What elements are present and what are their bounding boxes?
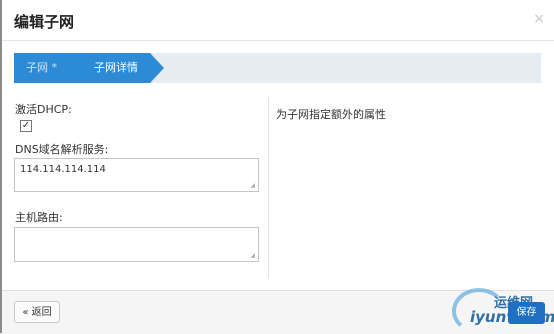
column-divider bbox=[268, 97, 269, 278]
save-button[interactable]: 保存 bbox=[508, 302, 545, 324]
host-routes-label: 主机路由: bbox=[15, 211, 63, 224]
edit-subnet-dialog: 编辑子网 × 子网 * 子网详情 激活DHCP: ✓ DNS域名解析服务: 11… bbox=[0, 0, 554, 334]
close-icon[interactable]: × bbox=[533, 11, 545, 27]
dns-textarea[interactable]: 114.114.114.114 ◢ bbox=[14, 158, 259, 192]
window-edge bbox=[0, 0, 2, 333]
dialog-title: 编辑子网 bbox=[14, 13, 75, 31]
host-routes-textarea[interactable]: ◢ bbox=[14, 227, 259, 262]
wizard-steps: 子网 * 子网详情 bbox=[14, 53, 541, 83]
resize-handle-icon[interactable]: ◢ bbox=[250, 252, 255, 259]
dialog-header: 编辑子网 × bbox=[2, 0, 554, 41]
dns-label: DNS域名解析服务: bbox=[15, 143, 109, 156]
help-text: 为子网指定额外的属性 bbox=[276, 108, 386, 121]
dhcp-checkbox[interactable]: ✓ bbox=[20, 120, 32, 132]
back-button[interactable]: « 返回 bbox=[14, 301, 60, 323]
tab-subnet[interactable]: 子网 * bbox=[14, 53, 80, 83]
step-arrow-active bbox=[150, 53, 164, 83]
dns-value: 114.114.114.114 bbox=[20, 164, 106, 175]
dhcp-label: 激活DHCP: bbox=[15, 103, 72, 116]
resize-handle-icon[interactable]: ◢ bbox=[250, 182, 255, 189]
tab-subnet-details[interactable]: 子网详情 bbox=[80, 53, 150, 83]
